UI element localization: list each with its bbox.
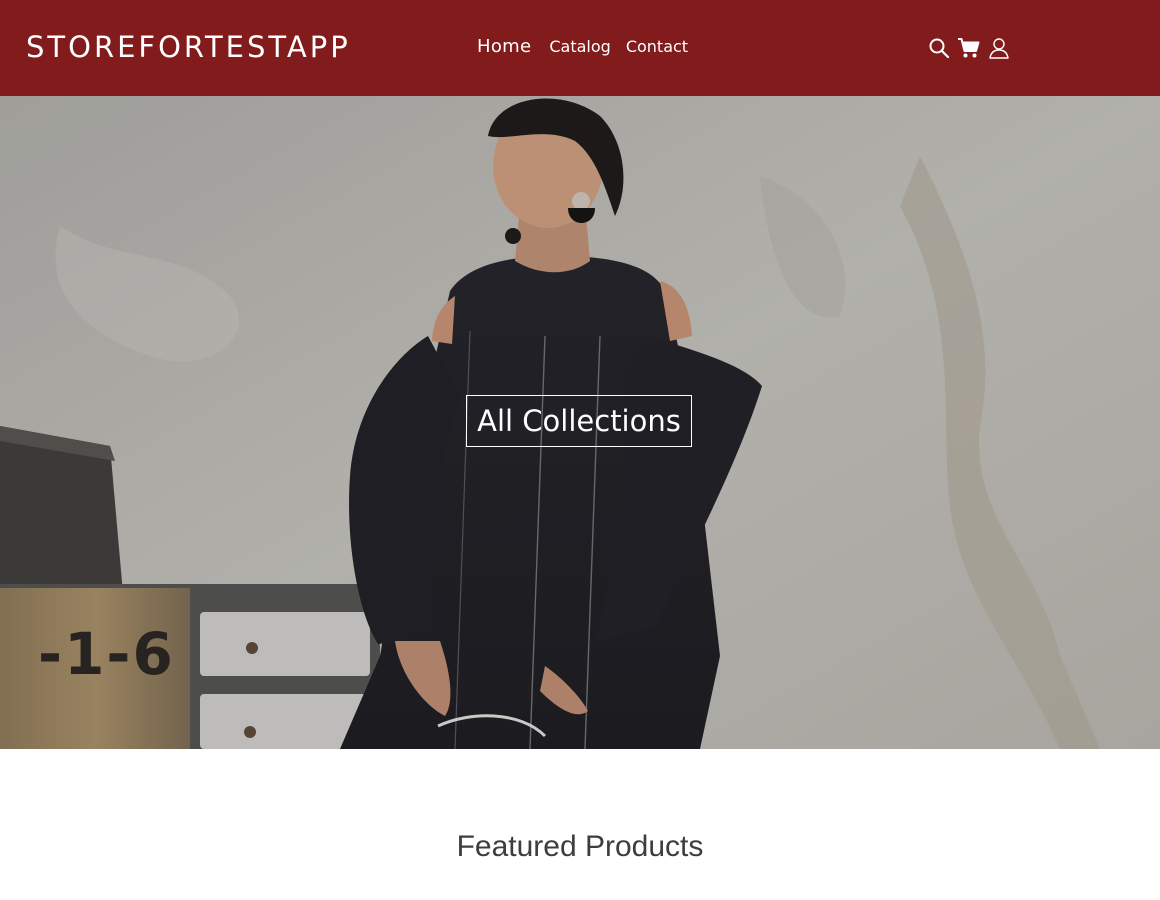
nav-home-link[interactable]: Home bbox=[477, 36, 531, 57]
featured-products-heading: Featured Products bbox=[456, 830, 704, 863]
main-nav: Home Catalog Contact bbox=[477, 36, 703, 57]
hero-banner: -1-6 All Collections bbox=[0, 96, 1160, 749]
nav-catalog-link[interactable]: Catalog bbox=[549, 37, 610, 56]
site-header: STOREFORTESTAPP Home Catalog Contact bbox=[0, 0, 1160, 96]
store-logo[interactable]: STOREFORTESTAPP bbox=[26, 29, 351, 65]
cart-icon[interactable] bbox=[957, 36, 981, 60]
header-icons bbox=[927, 36, 1011, 60]
all-collections-button[interactable]: All Collections bbox=[466, 395, 692, 447]
user-icon[interactable] bbox=[987, 36, 1011, 60]
nav-contact-link[interactable]: Contact bbox=[626, 37, 688, 56]
search-icon[interactable] bbox=[927, 36, 951, 60]
